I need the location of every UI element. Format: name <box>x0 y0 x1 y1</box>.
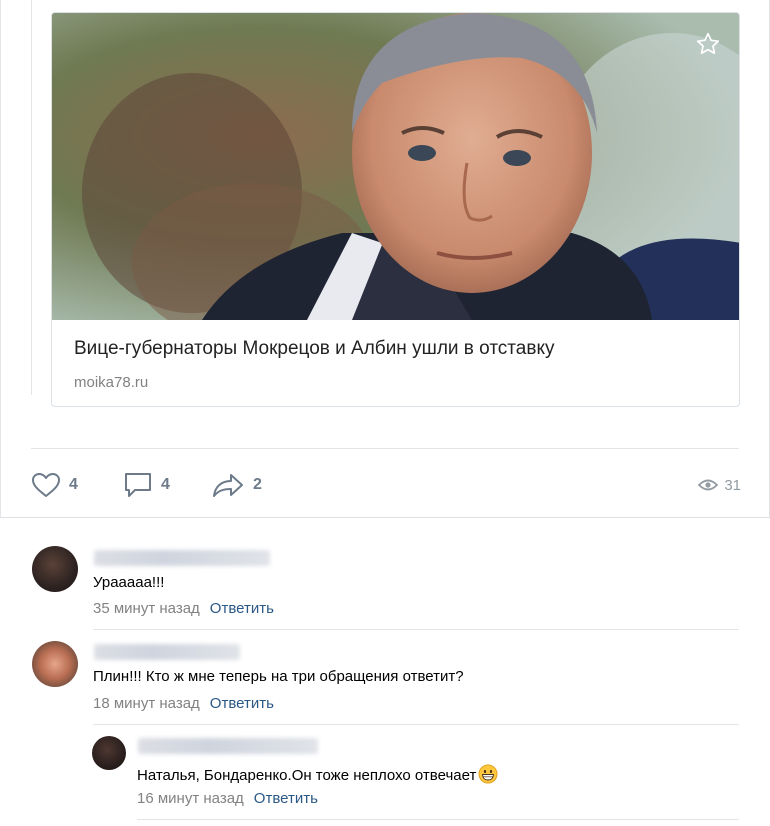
like-count: 4 <box>69 476 78 493</box>
avatar[interactable] <box>92 736 126 770</box>
speech-bubble-icon <box>125 473 151 497</box>
link-domain: moika78.ru <box>74 374 149 391</box>
divider <box>137 819 739 820</box>
comment-meta: 35 минут назад Ответить <box>93 600 274 617</box>
eye-icon <box>698 479 719 491</box>
bookmark-star-icon[interactable] <box>695 31 725 61</box>
avatar[interactable] <box>32 641 78 687</box>
like-button[interactable]: 4 <box>31 470 78 500</box>
comment-meta: 18 минут назад Ответить <box>93 695 274 712</box>
author-name-blurred[interactable] <box>138 738 318 754</box>
share-count: 2 <box>253 476 262 493</box>
link-attachment[interactable]: Вице-губернаторы Мокрецов и Албин ушли в… <box>51 12 740 407</box>
reply-button[interactable]: Ответить <box>210 600 274 617</box>
comment-text: Наталья, Бондаренко.Он тоже неплохо отве… <box>137 764 498 784</box>
comment-time[interactable]: 18 минут назад <box>93 695 200 712</box>
author-name-blurred[interactable] <box>94 644 240 660</box>
grinning-face-emoji <box>478 764 498 784</box>
comment-text: Плин!!! Кто ж мне теперь на три обращени… <box>93 668 464 685</box>
link-preview-image[interactable] <box>52 13 739 320</box>
reply-button[interactable]: Ответить <box>210 695 274 712</box>
heart-icon <box>32 473 60 497</box>
comment-count: 4 <box>161 476 170 493</box>
author-name-blurred[interactable] <box>94 550 270 566</box>
portrait-photo <box>52 13 739 320</box>
comment-time[interactable]: 35 минут назад <box>93 600 200 617</box>
share-arrow-icon <box>213 474 243 497</box>
divider <box>31 448 739 449</box>
link-title[interactable]: Вице-губернаторы Мокрецов и Албин ушли в… <box>74 338 554 360</box>
share-button[interactable]: 2 <box>211 470 262 500</box>
thread-line <box>31 0 32 395</box>
comment-button[interactable]: 4 <box>123 470 170 500</box>
reply-button[interactable]: Ответить <box>254 790 318 807</box>
post-card: Вице-губернаторы Мокрецов и Албин ушли в… <box>0 0 770 518</box>
comment-time[interactable]: 16 минут назад <box>137 790 244 807</box>
comment-text: Урааааа!!! <box>93 574 165 591</box>
post-actions: 4 4 2 31 <box>31 470 741 500</box>
views-counter: 31 <box>698 470 741 500</box>
avatar[interactable] <box>32 546 78 592</box>
comment-reply: Наталья, Бондаренко.Он тоже неплохо отве… <box>0 728 770 826</box>
comment-meta: 16 минут назад Ответить <box>137 790 318 807</box>
views-count: 31 <box>724 476 741 494</box>
comment: Плин!!! Кто ж мне теперь на три обращени… <box>0 630 770 726</box>
comment: Урааааа!!! 35 минут назад Ответить <box>0 518 770 630</box>
comment-text-content: Наталья, Бондаренко.Он тоже неплохо отве… <box>137 767 477 784</box>
divider <box>93 724 739 725</box>
